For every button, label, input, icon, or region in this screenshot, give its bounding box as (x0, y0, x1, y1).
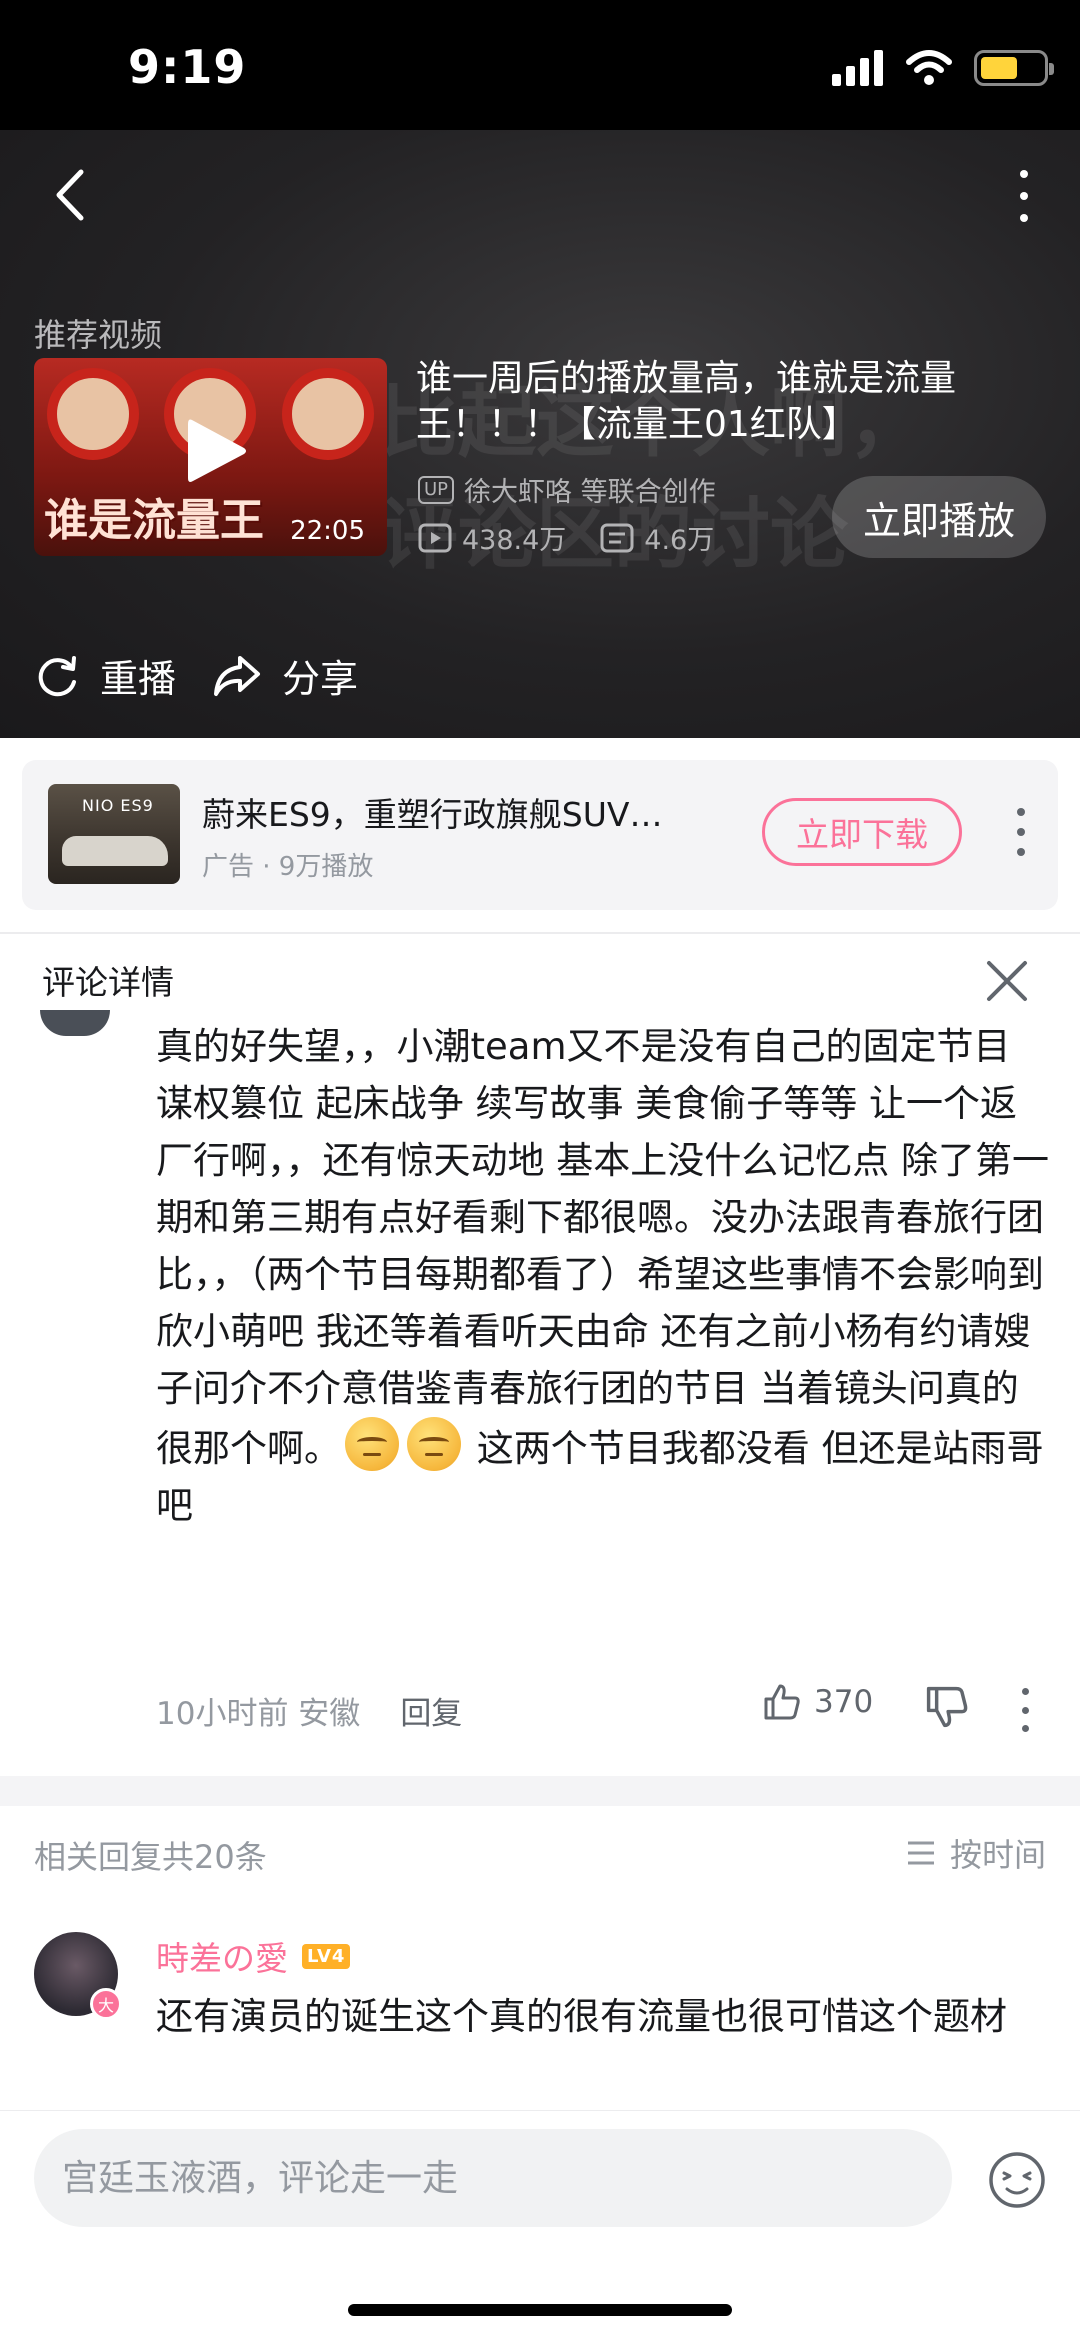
thumbs-up-icon (764, 1684, 800, 1720)
play-icon (188, 419, 246, 482)
sort-label: 按时间 (949, 1836, 1046, 1874)
share-label: 分享 (282, 657, 359, 701)
share-icon (214, 655, 261, 696)
replay-button[interactable]: 重播 (36, 648, 176, 703)
play-now-button[interactable]: 立即播放 (832, 476, 1046, 558)
emoji-picker-icon[interactable] (988, 2151, 1046, 2209)
comment-meta: 10小时前 安徽 回复 (156, 1688, 462, 1733)
share-button[interactable]: 分享 (212, 648, 358, 703)
video-actions: 重播 分享 (36, 648, 358, 703)
level-badge: LV4 (302, 1943, 351, 1969)
sort-icon (907, 1841, 934, 1865)
reply-text: 还有演员的诞生这个真的很有流量也很可惜这个题材 (156, 1995, 1007, 2038)
ad-title: 蔚来ES9，重塑行政旗舰SUV… (202, 795, 663, 834)
status-bar: 9:19 (0, 0, 1080, 130)
video-duration: 22:05 (290, 516, 365, 546)
recommended-video-thumbnail[interactable]: 谁是流量王 22:05 (34, 358, 387, 556)
recommended-video-title[interactable]: 谁一周后的播放量高，谁就是流量王！！！【流量王01红队】 (416, 356, 1016, 448)
danmaku-count: 4.6万 (644, 525, 715, 556)
emoji-icon (407, 1417, 461, 1471)
reply-button[interactable]: 回复 (400, 1688, 462, 1733)
ad-section: NIO ES9 蔚来ES9，重塑行政旗舰SUV… 广告 · 9万播放 立即下载 (0, 738, 1080, 934)
thumbs-down-icon[interactable] (924, 1684, 970, 1730)
ad-thumbnail: NIO ES9 (48, 784, 180, 884)
close-icon[interactable] (984, 958, 1030, 1004)
comment-detail-title: 评论详情 (42, 963, 174, 1002)
avatar[interactable]: 大 (34, 1932, 122, 2020)
views-icon (418, 523, 452, 552)
video-player[interactable]: 比起这个人啊， 评论区的讨论 推荐视频 谁是流量王 22:05 谁一周后的播放量高… (0, 130, 1080, 738)
comment-detail-header: 评论详情 (0, 934, 1080, 1024)
view-count: 438.4万 (462, 525, 567, 556)
comment-more-icon[interactable] (1010, 1688, 1040, 1732)
sort-button[interactable]: 按时间 (906, 1830, 1046, 1876)
replies-count: 相关回复共20条 (34, 1838, 267, 1876)
comment-input[interactable] (34, 2129, 952, 2227)
more-options-icon[interactable] (1004, 166, 1044, 226)
ad-card[interactable]: NIO ES9 蔚来ES9，重塑行政旗舰SUV… 广告 · 9万播放 立即下载 (22, 760, 1058, 910)
author-name: 徐大虾咯 等联合创作 (464, 477, 716, 508)
battery-icon (974, 50, 1054, 86)
status-icons (832, 50, 1054, 86)
video-stats: 438.4万 4.6万 (418, 518, 748, 557)
up-tag: UP (418, 475, 455, 504)
like-button[interactable]: 370 (762, 1682, 873, 1722)
recommended-video-author: UP 徐大虾咯 等联合创作 (418, 470, 716, 509)
comment-input-bar (0, 2110, 1080, 2337)
ad-download-button[interactable]: 立即下载 (762, 798, 962, 866)
wifi-icon (906, 50, 952, 85)
recommend-label: 推荐视频 (34, 316, 163, 354)
ad-more-icon[interactable] (1006, 802, 1036, 862)
danmaku-icon (600, 523, 634, 552)
ad-thumb-brand: NIO ES9 (82, 796, 154, 815)
user-badge: 大 (90, 1988, 122, 2020)
replay-label: 重播 (100, 657, 177, 701)
main-comment-text: 真的好失望，，小潮team又不是没有自己的固定节目 谋权篡位 起床战争 续写故事… (156, 1025, 1050, 1527)
back-arrow-icon (56, 169, 84, 221)
thumbnail-title: 谁是流量王 (44, 495, 264, 546)
signal-icon (832, 50, 883, 86)
avatar[interactable] (40, 1010, 110, 1036)
status-time: 9:19 (128, 40, 247, 94)
back-button[interactable] (40, 160, 100, 230)
replay-icon (38, 655, 76, 696)
like-count: 370 (814, 1684, 874, 1720)
comment-time-location: 10小时前 安徽 (156, 1696, 361, 1732)
emoji-icon (345, 1417, 399, 1471)
home-indicator[interactable] (348, 2304, 732, 2316)
ad-meta: 广告 · 9万播放 (202, 852, 374, 882)
section-divider (0, 1776, 1080, 1806)
reply-username[interactable]: 時差の愛 LV4 (156, 1932, 351, 1980)
